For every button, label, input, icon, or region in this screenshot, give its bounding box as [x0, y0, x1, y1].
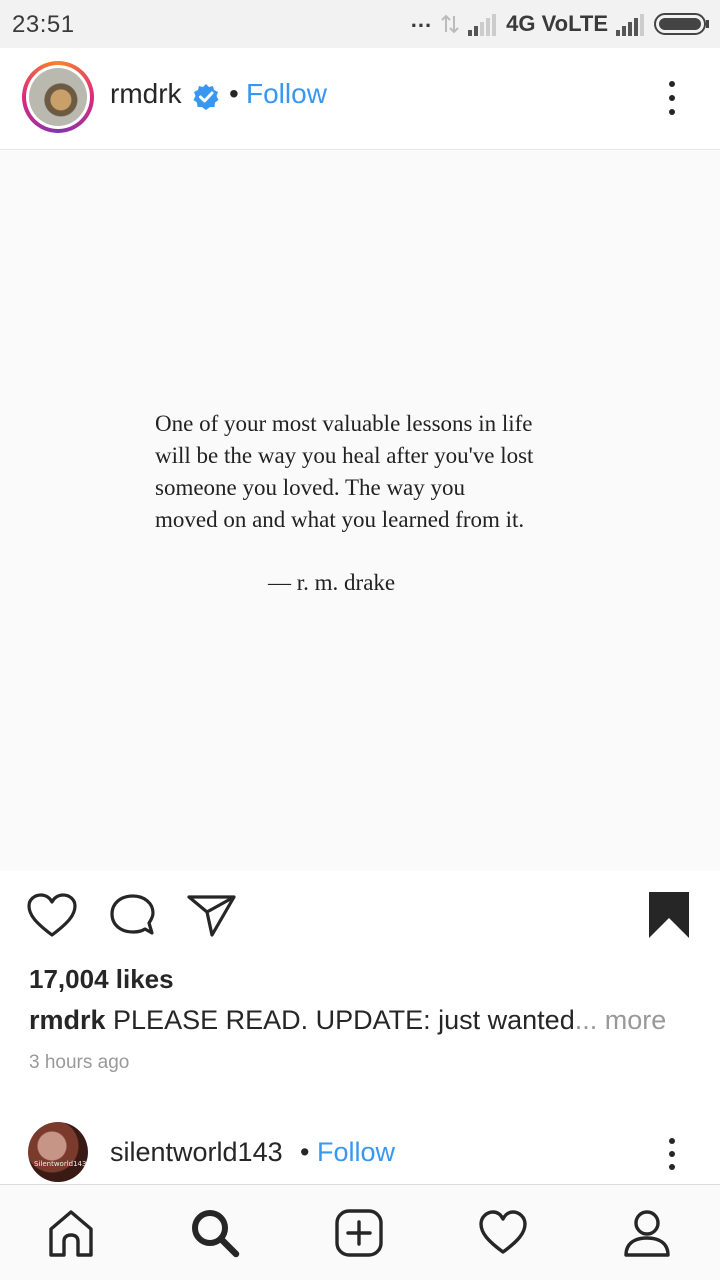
notification-dots: ...	[410, 7, 433, 32]
quote-line: will be the way you heal after you've lo…	[155, 443, 534, 468]
nav-home[interactable]	[41, 1203, 101, 1263]
quote-line: moved on and what you learned from it.	[155, 507, 525, 532]
caption-text: PLEASE READ. UPDATE: just wanted	[105, 1005, 575, 1035]
post-username[interactable]: rmdrk	[110, 78, 182, 110]
separator-dot: •	[229, 78, 239, 109]
nav-activity[interactable]	[473, 1203, 533, 1263]
data-transfer-icon	[441, 14, 459, 34]
add-post-icon	[335, 1209, 383, 1257]
bottom-navigation	[0, 1184, 720, 1280]
caption: rmdrk PLEASE READ. UPDATE: just wanted..…	[29, 1005, 666, 1036]
dot	[669, 1138, 675, 1144]
quote-text: One of your most valuable lessons in lif…	[155, 408, 615, 536]
activity-heart-icon	[479, 1210, 527, 1254]
post-timestamp: 3 hours ago	[29, 1052, 130, 1073]
next-follow-button[interactable]: Follow	[317, 1137, 395, 1168]
status-time: 23:51	[12, 11, 75, 38]
caption-more-link[interactable]: ... more	[575, 1005, 667, 1035]
nav-add-post[interactable]	[329, 1203, 389, 1263]
signal-strong-icon	[616, 14, 644, 36]
dot	[669, 95, 675, 101]
likes-count[interactable]: 17,004 likes	[29, 964, 174, 995]
nav-profile[interactable]	[617, 1203, 677, 1263]
post-image[interactable]: One of your most valuable lessons in lif…	[0, 151, 720, 871]
avatar-border	[26, 65, 90, 129]
avatar-watermark: Silentworld143	[34, 1160, 87, 1168]
follow-button[interactable]: Follow	[246, 78, 327, 110]
signal-weak-icon	[468, 14, 497, 36]
search-icon	[192, 1210, 240, 1258]
verified-badge-icon	[193, 84, 219, 110]
send-icon[interactable]	[186, 893, 238, 939]
quote-line: One of your most valuable lessons in lif…	[155, 411, 533, 436]
separator-dot: •	[300, 1137, 310, 1167]
avatar	[29, 68, 87, 126]
dot	[669, 81, 675, 87]
nav-search[interactable]	[185, 1203, 245, 1263]
dot	[669, 1151, 675, 1157]
caption-username[interactable]: rmdrk	[29, 1005, 106, 1035]
status-indicators: ... 4G VoLTE	[410, 7, 710, 38]
dot	[669, 1164, 675, 1170]
dot	[669, 109, 675, 115]
heart-icon[interactable]	[26, 893, 78, 939]
post-actions	[0, 880, 720, 950]
post-header: rmdrk • Follow	[0, 48, 720, 150]
network-type: 4G VoLTE	[506, 11, 608, 36]
more-vertical-icon[interactable]	[652, 1134, 692, 1174]
battery-icon	[654, 13, 709, 35]
bookmark-icon[interactable]	[647, 890, 691, 940]
quote-author: — r. m. drake	[268, 570, 396, 595]
next-post-header: Silentworld143 silentworld143 • Follow	[0, 1110, 720, 1185]
next-post-username[interactable]: silentworld143	[110, 1137, 283, 1168]
more-vertical-icon[interactable]	[652, 76, 692, 120]
quote-line: someone you loved. The way you	[155, 475, 466, 500]
comment-icon[interactable]	[108, 893, 158, 941]
profile-icon	[624, 1210, 670, 1257]
story-avatar[interactable]	[22, 61, 94, 133]
next-avatar[interactable]: Silentworld143	[28, 1122, 88, 1182]
home-icon	[49, 1210, 93, 1257]
status-bar: 23:51 ... 4G VoLTE	[0, 0, 720, 48]
